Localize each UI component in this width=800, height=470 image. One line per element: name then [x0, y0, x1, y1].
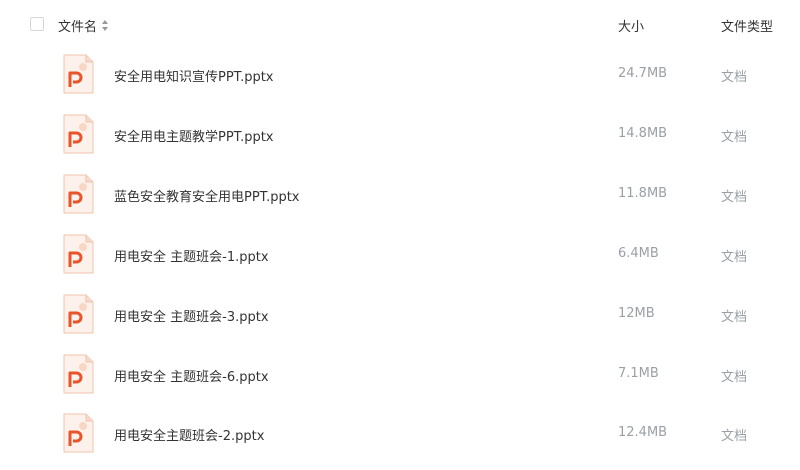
- ppt-file-icon: [63, 294, 94, 334]
- table-row[interactable]: 用电安全主题班会-2.pptx 12.4MB 文档: [0, 404, 800, 464]
- file-size: 7.1MB: [618, 366, 659, 381]
- table-row[interactable]: 安全用电主题教学PPT.pptx 14.8MB 文档: [0, 105, 800, 165]
- column-header-name[interactable]: 文件名: [58, 16, 109, 35]
- column-header-name-label: 文件名: [58, 20, 98, 35]
- file-name[interactable]: 用电安全 主题班会-6.pptx: [114, 366, 269, 385]
- file-name[interactable]: 用电安全主题班会-2.pptx: [114, 425, 264, 444]
- file-type: 文档: [721, 190, 748, 205]
- file-name[interactable]: 安全用电主题教学PPT.pptx: [114, 126, 274, 145]
- file-type: 文档: [721, 250, 748, 265]
- select-all-checkbox[interactable]: [30, 17, 44, 31]
- sort-icon[interactable]: [102, 20, 109, 31]
- ppt-file-icon: [63, 54, 94, 94]
- table-row[interactable]: 用电安全 主题班会-1.pptx 6.4MB 文档: [0, 225, 800, 285]
- file-type: 文档: [721, 310, 748, 325]
- file-type: 文档: [721, 70, 748, 85]
- ppt-file-icon: [63, 354, 94, 394]
- file-name[interactable]: 蓝色安全教育安全用电PPT.pptx: [114, 186, 300, 205]
- file-name[interactable]: 用电安全 主题班会-3.pptx: [114, 306, 269, 325]
- column-header-type[interactable]: 文件类型: [721, 16, 773, 35]
- file-size: 14.8MB: [618, 126, 668, 141]
- table-row[interactable]: 蓝色安全教育安全用电PPT.pptx 11.8MB 文档: [0, 165, 800, 225]
- file-name[interactable]: 安全用电知识宣传PPT.pptx: [114, 66, 274, 85]
- ppt-file-icon: [63, 234, 94, 274]
- file-size: 12.4MB: [618, 425, 668, 440]
- file-type: 文档: [721, 130, 748, 145]
- file-name[interactable]: 用电安全 主题班会-1.pptx: [114, 246, 269, 265]
- ppt-file-icon: [63, 174, 94, 214]
- file-size: 24.7MB: [618, 66, 668, 81]
- file-list: 文件名 大小 文件类型 安全用电知识宣传PPT.pptx 24.7MB 文档 安…: [0, 0, 800, 470]
- file-type: 文档: [721, 429, 748, 444]
- file-size: 11.8MB: [618, 186, 668, 201]
- table-header: 文件名 大小 文件类型: [0, 0, 800, 50]
- file-size: 6.4MB: [618, 246, 659, 261]
- table-row[interactable]: 用电安全 主题班会-3.pptx 12MB 文档: [0, 285, 800, 345]
- table-row[interactable]: 安全用电知识宣传PPT.pptx 24.7MB 文档: [0, 45, 800, 105]
- column-header-size[interactable]: 大小: [618, 16, 644, 35]
- file-type: 文档: [721, 370, 748, 385]
- table-row[interactable]: 用电安全 主题班会-6.pptx 7.1MB 文档: [0, 345, 800, 405]
- file-size: 12MB: [618, 306, 655, 321]
- ppt-file-icon: [63, 114, 94, 154]
- ppt-file-icon: [63, 413, 94, 453]
